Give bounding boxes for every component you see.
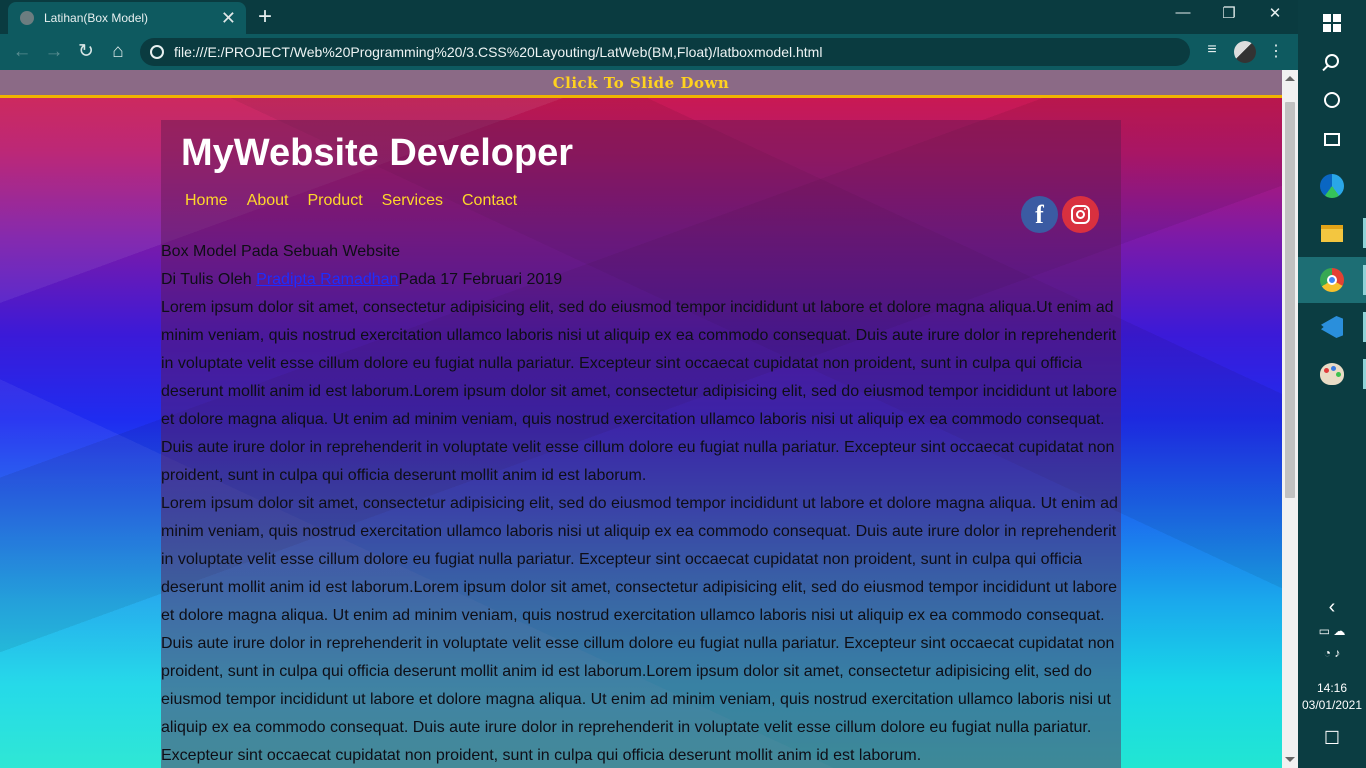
clock-date: 03/01/2021 [1301, 698, 1363, 712]
clock-time: 14:16 [1316, 681, 1348, 695]
minimize-button[interactable]: — [1160, 4, 1206, 21]
paint-icon [1320, 363, 1344, 385]
byline: Di Tulis Oleh Pradipta RamadhanPada 17 F… [161, 266, 1121, 294]
globe-icon [20, 11, 34, 25]
browser-tab[interactable]: Latihan(Box Model) ✕ [8, 2, 246, 34]
taskbar-clock[interactable]: 14:16 03/01/2021 [1298, 680, 1366, 714]
windows-icon [1323, 14, 1341, 32]
vscode-icon [1321, 316, 1343, 338]
taskbar-paint[interactable] [1298, 351, 1366, 397]
show-hidden-icons-chevron[interactable]: ‹ [1298, 596, 1366, 619]
nav-about[interactable]: About [247, 192, 289, 210]
slide-down-label[interactable]: Click To Slide Down [553, 74, 730, 92]
browser-toolbar: ← → ↻ ⌂ file:///E:/PROJECT/Web%20Program… [0, 34, 1298, 70]
close-window-button[interactable]: ✕ [1252, 4, 1298, 22]
url-text[interactable]: file:///E:/PROJECT/Web%20Programming%20/… [174, 44, 822, 60]
tray-battery-cloud[interactable]: ▭ ☁ [1298, 624, 1366, 638]
new-tab-button[interactable]: + [258, 5, 272, 29]
article-title: Box Model Pada Sebuah Website [161, 243, 400, 260]
tab-close-icon[interactable]: ✕ [221, 9, 236, 27]
taskbar-explorer[interactable] [1298, 210, 1366, 256]
home-button[interactable]: ⌂ [106, 40, 130, 64]
media-control-icon[interactable]: ≡ [1201, 41, 1223, 59]
forward-button[interactable]: → [42, 40, 66, 64]
byline-prefix: Di Tulis Oleh [161, 271, 257, 288]
profile-avatar[interactable] [1234, 41, 1256, 63]
address-bar[interactable]: file:///E:/PROJECT/Web%20Programming%20/… [140, 38, 1190, 66]
chrome-icon [1320, 268, 1344, 292]
restore-button[interactable]: ❐ [1206, 4, 1252, 22]
paragraph-2: Lorem ipsum dolor sit amet, consectetur … [161, 495, 1118, 764]
task-view-icon [1324, 132, 1340, 146]
instagram-icon[interactable] [1062, 196, 1099, 233]
facebook-icon[interactable]: f [1021, 196, 1058, 233]
scroll-up-icon[interactable] [1285, 76, 1295, 81]
tab-strip: Latihan(Box Model) ✕ + — ❐ ✕ [0, 0, 1298, 34]
browser-menu-icon[interactable]: ⋮ [1265, 41, 1287, 61]
taskbar-chrome[interactable] [1298, 257, 1366, 303]
taskbar-edge[interactable] [1298, 163, 1366, 209]
edge-icon [1320, 174, 1344, 198]
taskbar-vscode[interactable] [1298, 304, 1366, 350]
nav-product[interactable]: Product [308, 192, 363, 210]
site-title: MyWebsite Developer [181, 132, 574, 174]
search-icon [1325, 54, 1339, 68]
task-view-button[interactable] [1298, 116, 1366, 162]
notifications-icon[interactable]: ☐ [1298, 728, 1366, 749]
windows-taskbar: ‹ ▭ ☁ ◔ ♪ 14:16 03/01/2021 ☐ [1298, 0, 1366, 768]
author-link[interactable]: Pradipta Ramadhan [256, 271, 398, 288]
slide-down-bar[interactable]: Click To Slide Down [0, 70, 1282, 98]
scroll-down-icon[interactable] [1285, 757, 1295, 762]
nav-services[interactable]: Services [382, 192, 443, 210]
reload-button[interactable]: ↻ [74, 40, 98, 64]
camera-glyph [1071, 205, 1090, 224]
page-viewport: Click To Slide Down MyWebsite Developer … [0, 70, 1282, 768]
tab-title: Latihan(Box Model) [44, 11, 149, 25]
back-button[interactable]: ← [10, 40, 34, 64]
byline-date: Pada 17 Februari 2019 [398, 271, 563, 288]
nav-home[interactable]: Home [185, 192, 228, 210]
scroll-thumb[interactable] [1285, 102, 1295, 498]
folder-icon [1321, 224, 1343, 242]
main-nav: Home About Product Services Contact [185, 192, 517, 210]
vertical-scrollbar[interactable] [1282, 70, 1298, 768]
cortana-icon [1324, 92, 1340, 108]
paragraph-1: Lorem ipsum dolor sit amet, consectetur … [161, 299, 1118, 484]
site-info-icon[interactable] [150, 45, 164, 59]
tray-wifi-volume[interactable]: ◔ ♪ [1298, 646, 1366, 660]
article: Box Model Pada Sebuah Website Di Tulis O… [161, 238, 1121, 768]
nav-contact[interactable]: Contact [462, 192, 517, 210]
